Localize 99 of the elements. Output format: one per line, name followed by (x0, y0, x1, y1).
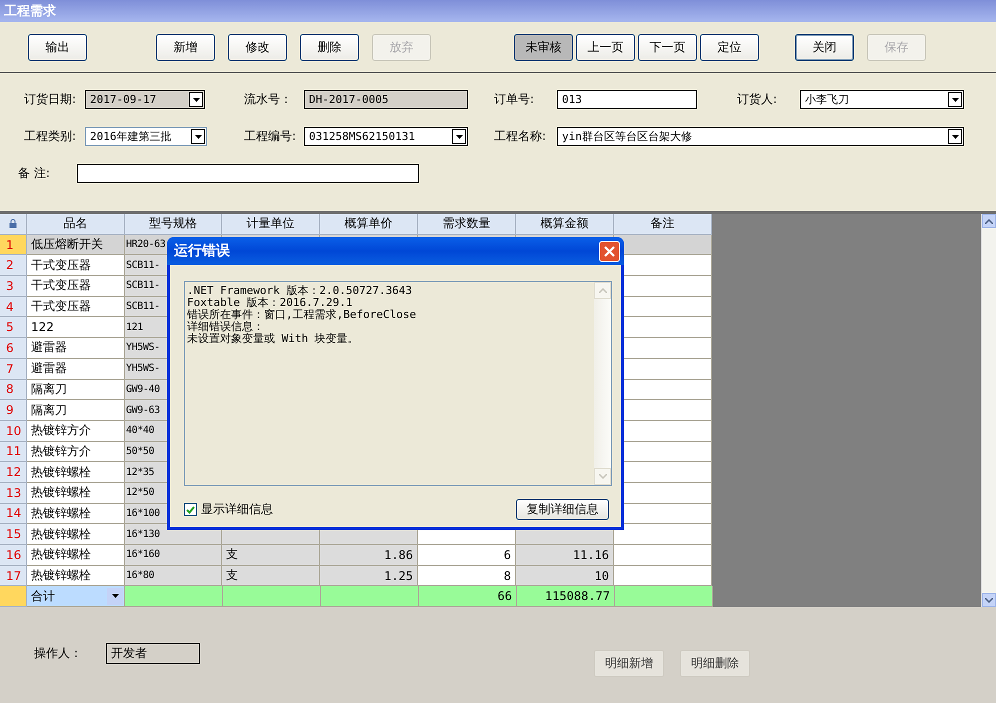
checkbox[interactable] (184, 503, 197, 516)
caret-icon (456, 134, 462, 138)
table-cell: 11.16 (516, 545, 614, 566)
field-label: 工程编号: (244, 128, 298, 145)
row-number: 2 (0, 255, 27, 276)
row-number: 1 (0, 234, 27, 256)
input-field[interactable] (77, 164, 419, 183)
toolbar-button[interactable]: 删除 (300, 34, 359, 60)
toolbar-button[interactable]: 定位 (700, 34, 759, 60)
scrollbar[interactable] (981, 214, 996, 607)
detail-button[interactable]: 明细新增 (594, 650, 664, 677)
table-cell: 隔离刀 (27, 400, 125, 421)
table-cell: 热镀锌螺栓 (27, 566, 125, 586)
table-cell: 避雷器 (27, 338, 125, 359)
table-cell: 热镀锌方介 (27, 442, 125, 462)
table-cell: 8 (418, 566, 516, 586)
operator-label: 操作人： (34, 645, 82, 662)
column-header[interactable]: 需求数量 (418, 214, 516, 235)
table-cell: 热镀锌螺栓 (27, 462, 125, 483)
window-title: 工程需求 (4, 3, 56, 20)
column-header[interactable]: 备注 (614, 214, 712, 235)
table-cell: 避雷器 (27, 358, 125, 380)
row-number: 3 (0, 276, 27, 297)
table-cell: 支 (222, 545, 320, 566)
field-label: 备 注: (18, 165, 51, 182)
row-number: 16 (0, 545, 27, 566)
column-header[interactable]: 概算单价 (320, 214, 418, 235)
error-details-box[interactable]: .NET Framework 版本：2.0.50727.3643 Foxtable 版本：2016.7.29.1 错误所在事件：窗口,工程需求,BeforeClose 详细错误信息： 未设置对象变量或 With 块变量。 (184, 281, 612, 486)
caret-icon (952, 134, 958, 138)
total-label: 合计 (31, 588, 55, 605)
table-cell: 干式变压器 (27, 255, 125, 276)
row-number: 14 (0, 504, 27, 524)
toolbar-button[interactable]: 修改 (228, 34, 287, 60)
toolbar-button[interactable]: 未审核 (514, 34, 573, 60)
copy-button[interactable]: 复制详细信息 (516, 499, 609, 520)
column-header[interactable]: 概算金额 (516, 214, 614, 235)
column-header[interactable]: 型号规格 (125, 214, 222, 235)
combo-box[interactable]: yin群台区等台区台架大修 (557, 127, 964, 146)
column-header[interactable]: 计量单位 (222, 214, 320, 235)
table-cell: 隔离刀 (27, 380, 125, 400)
combo-box[interactable]: 031258MS62150131 (304, 127, 468, 146)
row-number: 13 (0, 482, 27, 504)
lock-icon (9, 219, 17, 228)
table-cell: 热镀锌螺栓 (27, 545, 125, 566)
table-cell: 122 (27, 317, 125, 338)
row-number: 6 (0, 338, 27, 359)
caret-icon (192, 98, 200, 102)
caret-icon (112, 594, 118, 598)
caret-icon (952, 98, 958, 102)
operator-field[interactable]: 开发者 (106, 643, 200, 664)
table-cell: 1.86 (320, 545, 418, 566)
input-field[interactable]: 013 (557, 90, 697, 109)
table-cell: 16*80 (125, 566, 222, 586)
row-number: 17 (0, 566, 27, 586)
column-header[interactable]: 品名 (27, 214, 125, 235)
combo-box[interactable]: 2017-09-17 (85, 90, 205, 109)
table-cell: 支 (222, 566, 320, 586)
close-icon (604, 246, 615, 256)
close-button[interactable] (599, 240, 620, 262)
row-number: 10 (0, 420, 27, 442)
table-cell: 热镀锌方介 (27, 420, 125, 442)
field-label: 订单号: (494, 91, 536, 108)
input-field[interactable]: DH-2017-0005 (304, 90, 468, 109)
table-cell: 干式变压器 (27, 276, 125, 297)
combo-box[interactable]: 小李飞刀 (800, 90, 964, 109)
row-number: 12 (0, 462, 27, 483)
field-label: 工程类别: (24, 128, 78, 145)
table-cell: 热镀锌螺栓 (27, 524, 125, 545)
row-number: 15 (0, 524, 27, 545)
field-label: 流水号： (244, 91, 293, 108)
table-cell: 低压熔断开关 (27, 234, 125, 256)
toolbar-button[interactable]: 上一页 (576, 34, 635, 60)
table-cell: 热镀锌螺栓 (27, 482, 125, 504)
field-label: 订货人: (737, 91, 778, 108)
table-cell: 16*160 (125, 545, 222, 566)
total-quantity: 66 (419, 586, 517, 608)
table-cell: 10 (516, 566, 614, 586)
dropdown-button[interactable] (107, 588, 123, 605)
table-cell: 热镀锌螺栓 (27, 504, 125, 524)
toolbar-button[interactable]: 输出 (28, 34, 87, 60)
row-number: 7 (0, 358, 27, 380)
caret-icon (194, 134, 202, 138)
toolbar-button[interactable]: 新增 (156, 34, 215, 60)
total-amount: 115088.77 (517, 586, 615, 608)
table-cell: 干式变压器 (27, 296, 125, 318)
toolbar-button[interactable]: 下一页 (638, 34, 697, 60)
table-cell: 1.25 (320, 566, 418, 586)
row-number: 8 (0, 380, 27, 400)
row-number: 5 (0, 317, 27, 338)
detail-button[interactable]: 明细删除 (680, 650, 750, 677)
table-cell: 6 (418, 545, 516, 566)
row-number: 9 (0, 400, 27, 421)
row-number: 4 (0, 296, 27, 318)
field-label: 订货日期: (24, 91, 78, 108)
field-label: 工程名称: (494, 128, 548, 145)
toolbar-button[interactable]: 关闭 (795, 34, 854, 60)
row-number: 11 (0, 442, 27, 462)
combo-box[interactable]: 2016年建第三批 (85, 127, 207, 146)
row-header (0, 586, 27, 608)
